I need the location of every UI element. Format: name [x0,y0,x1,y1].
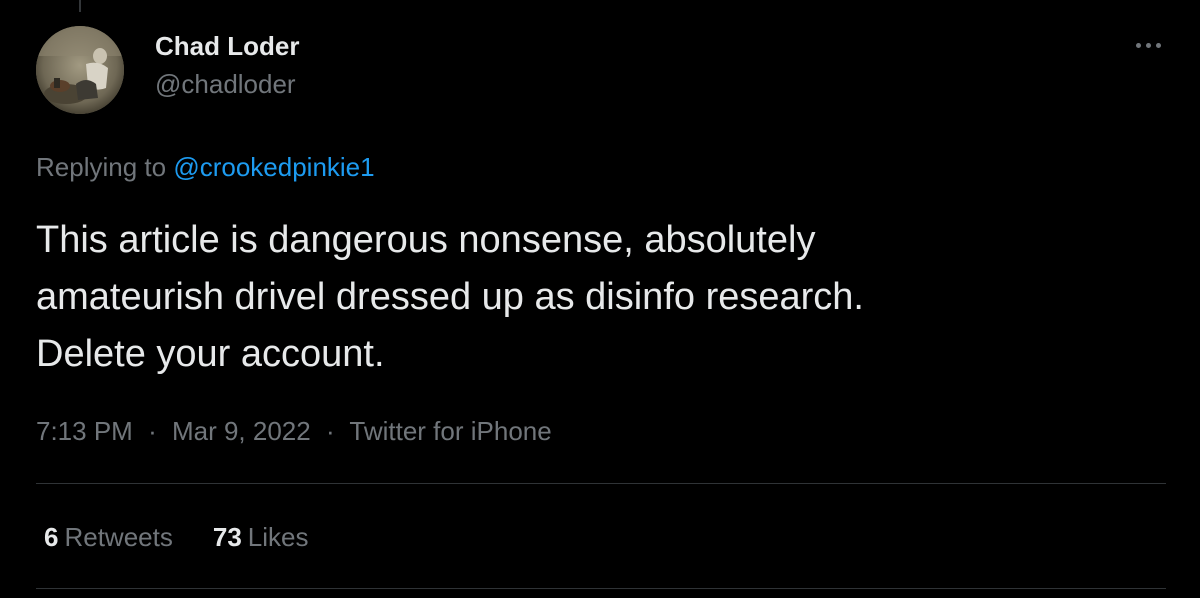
retweets-stat[interactable]: 6 Retweets [44,520,173,554]
avatar[interactable] [36,26,124,114]
author-display-name[interactable]: Chad Loder [155,30,299,62]
divider [36,483,1166,484]
tweet-stats: 6 Retweets 73 Likes [44,520,308,554]
tweet-time[interactable]: 7:13 PM [36,416,133,446]
retweets-label: Retweets [64,522,173,552]
tweet-text-line: Delete your account. [36,333,385,375]
avatar-photo [36,26,124,114]
more-dot [1145,42,1151,48]
divider [36,588,1166,589]
meta-separator: · [148,416,157,446]
tweet-source[interactable]: Twitter for iPhone [349,416,551,446]
tweet-text: This article is dangerous nonsense, abso… [36,212,1156,383]
tweet-text-line: amateurish drivel dressed up as disinfo … [36,276,864,318]
more-dot [1135,42,1141,48]
meta-separator: · [325,416,335,446]
tweet-date[interactable]: Mar 9, 2022 [172,416,311,446]
retweets-count: 6 [44,522,59,552]
likes-count: 73 [212,522,242,552]
more-horizontal-icon[interactable] [1128,30,1168,60]
likes-label: Likes [247,522,309,552]
thread-connector-line [79,0,81,12]
author-handle[interactable]: @chadloder [155,68,296,100]
tweet-meta: 7:13 PM · Mar 9, 2022 · Twitter for iPho… [36,414,552,448]
more-dot [1155,42,1161,48]
likes-stat[interactable]: 73 Likes [213,520,309,554]
replying-to: Replying to @crookedpinkie1 [36,150,375,184]
tweet-text-line: This article is dangerous nonsense, abso… [36,219,816,261]
replying-to-prefix: Replying to [36,152,167,182]
replying-to-mention[interactable]: @crookedpinkie1 [173,152,374,182]
